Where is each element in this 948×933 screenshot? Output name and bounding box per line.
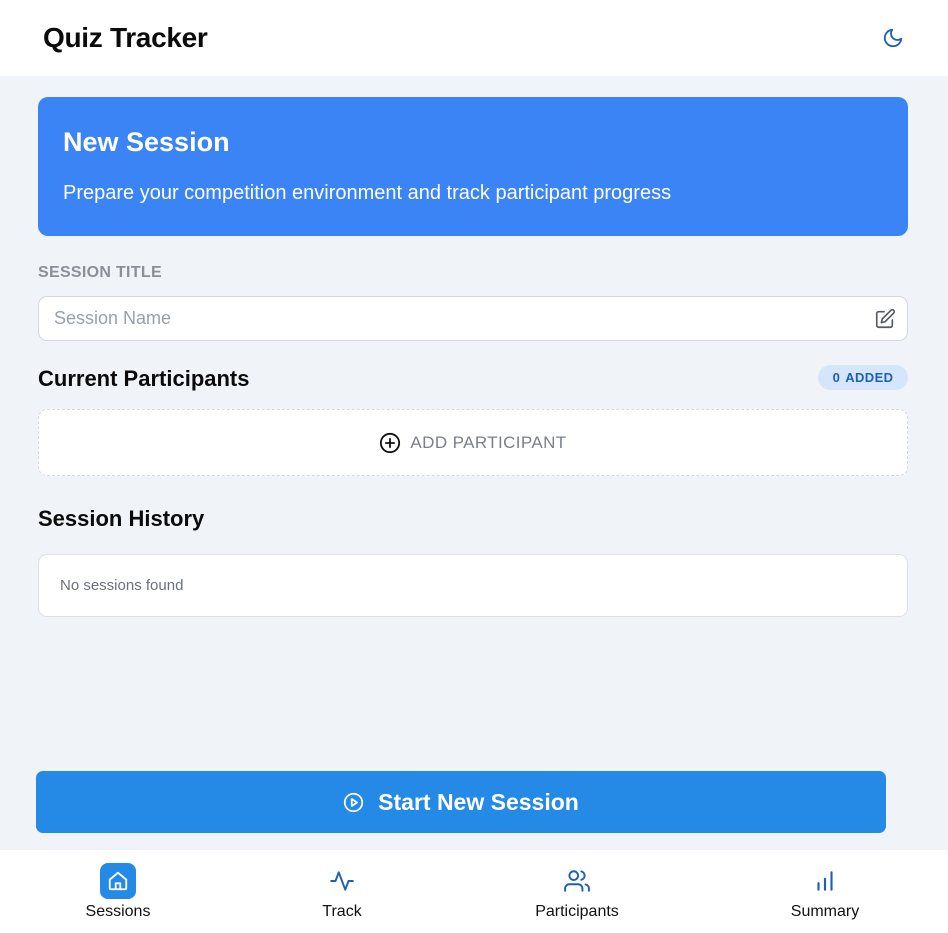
participants-heading: Current Participants xyxy=(38,366,250,391)
nav-label-track: Track xyxy=(322,903,362,920)
nav-icon-wrap xyxy=(807,863,843,899)
start-new-session-button[interactable]: Start New Session xyxy=(36,771,886,833)
add-participant-label: ADD PARTICIPANT xyxy=(410,432,567,452)
participant-count-suffix: ADDED xyxy=(845,370,894,385)
bar-chart-icon xyxy=(817,871,833,891)
banner-title: New Session xyxy=(63,127,230,157)
moon-icon xyxy=(883,28,903,48)
nav-item-summary[interactable]: Summary xyxy=(745,850,905,933)
nav-icon-wrap xyxy=(100,863,136,899)
nav-icon-wrap xyxy=(559,863,595,899)
session-history-heading: Session History xyxy=(38,506,205,531)
session-name-input[interactable] xyxy=(39,297,907,340)
nav-icon-wrap xyxy=(324,863,360,899)
bottom-navigation: Sessions Track Participants Summary xyxy=(0,850,948,933)
theme-toggle-button[interactable] xyxy=(864,18,904,58)
nav-item-track[interactable]: Track xyxy=(262,850,422,933)
home-icon xyxy=(108,871,128,891)
plus-circle-icon xyxy=(380,432,401,453)
session-history-list: No sessions found xyxy=(38,554,908,617)
edit-icon[interactable] xyxy=(874,308,896,330)
app-header: Quiz Tracker xyxy=(0,0,948,76)
nav-label-participants: Participants xyxy=(535,903,619,920)
add-participant-button[interactable]: ADD PARTICIPANT xyxy=(38,409,908,476)
banner-subtitle: Prepare your competition environment and… xyxy=(63,182,672,204)
start-button-label: Start New Session xyxy=(378,788,579,815)
app-title: Quiz Tracker xyxy=(43,22,208,53)
activity-icon xyxy=(330,871,354,891)
empty-history-message: No sessions found xyxy=(60,577,184,594)
play-circle-icon xyxy=(344,792,364,812)
participant-count-badge: 0 ADDED xyxy=(818,365,908,390)
users-icon xyxy=(564,870,590,892)
session-title-label: SESSION TITLE xyxy=(38,264,162,281)
new-session-banner: New Session Prepare your competition env… xyxy=(38,97,908,236)
nav-label-sessions: Sessions xyxy=(85,903,151,920)
nav-label-summary: Summary xyxy=(790,903,860,920)
participant-count: 0 xyxy=(832,370,841,385)
session-title-field xyxy=(38,296,908,341)
nav-item-participants[interactable]: Participants xyxy=(497,850,657,933)
nav-item-sessions[interactable]: Sessions xyxy=(38,850,198,933)
